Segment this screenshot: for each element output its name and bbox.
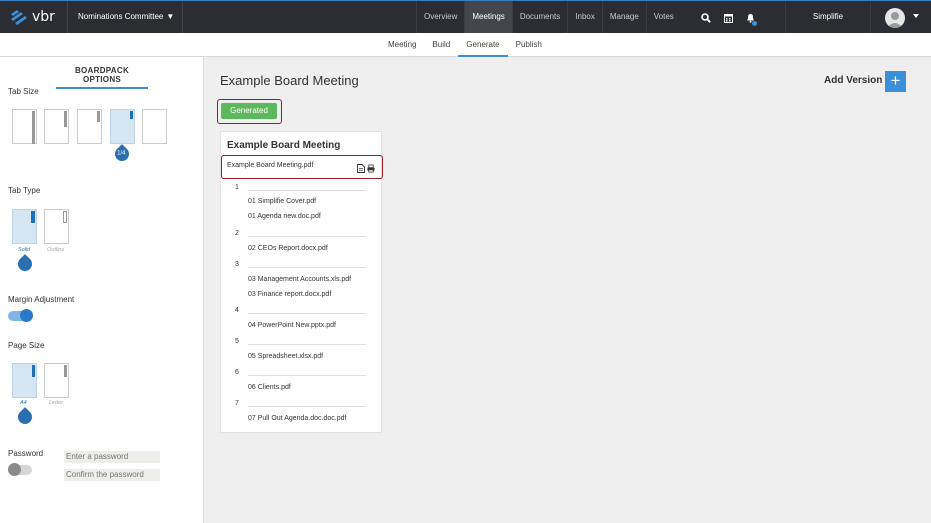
list-item[interactable]: 01 Agenda new.doc.pdf [248,213,321,220]
tab-publish[interactable]: Publish [508,33,550,57]
committee-selector[interactable]: Nominations Committee ▼ [67,1,184,34]
tab-type-solid[interactable] [12,209,37,244]
add-version-label[interactable]: Add Version [824,75,882,86]
search-icon[interactable] [695,1,717,34]
section-number: 5 [235,338,239,345]
boardpack-card: Example Board Meeting Example Board Meet… [220,131,383,433]
tab-type-label: Tab Type [8,186,41,195]
section-divider [248,406,366,407]
user-menu-caret-icon[interactable] [913,14,919,18]
file-name[interactable]: Example Board Meeting.pdf [227,162,313,169]
section-divider [248,267,366,268]
tab-size-selected-marker: 1/4 [112,144,132,164]
margin-adjustment-toggle[interactable] [8,309,33,322]
list-item[interactable]: 03 Management Accounts.xls.pdf [248,276,351,283]
tab-type-outline[interactable] [44,209,69,244]
nav-inbox[interactable]: Inbox [567,1,602,34]
document-icon[interactable] [357,164,365,173]
tab-size-none[interactable] [142,109,167,144]
section-number: 3 [235,261,239,268]
tab-generate[interactable]: Generate [458,33,508,57]
print-icon[interactable] [367,164,375,173]
section-number: 7 [235,400,239,407]
tab-size-selected-value: 1/4 [117,150,126,157]
password-label: Password [8,449,44,458]
page-size-selected-marker [15,407,35,427]
section-divider [248,313,366,314]
toolbar-icons [695,1,761,34]
page-title: Example Board Meeting [220,73,359,88]
generated-highlight: Generated [217,99,282,124]
page-size-a4[interactable] [12,363,37,398]
bell-icon[interactable] [739,1,761,34]
main-nav: Overview Meetings Documents Inbox Manage… [416,1,681,34]
page-size-a4-label: A4 [20,400,27,406]
sidebar-title: BOARDPACK OPTIONS [56,66,148,89]
boardpack-options-sidebar: BOARDPACK OPTIONS Tab Size 1/4 Tab Type … [0,57,204,523]
tab-size-full[interactable] [12,109,37,144]
tab-size-half[interactable] [44,109,69,144]
list-item[interactable]: 03 Finance report.docx.pdf [248,291,331,298]
sub-nav: Meeting Build Generate Publish [0,33,931,57]
page-size-letter-label: Letter [49,400,64,406]
nav-votes[interactable]: Votes [645,1,681,34]
top-bar: vbr Nominations Committee ▼ Overview Meet… [0,0,931,34]
committee-name: Nominations Committee [78,12,164,21]
card-title: Example Board Meeting [227,140,341,151]
confirm-password-input[interactable] [64,469,160,481]
list-item[interactable]: 02 CEOs Report.docx.pdf [248,245,328,252]
password-input[interactable] [64,451,160,463]
tab-meeting[interactable]: Meeting [380,33,424,57]
nav-overview[interactable]: Overview [416,1,464,34]
tab-type-outline-label: Outline [47,247,65,253]
list-item[interactable]: 04 PowerPoint New.pptx.pdf [248,322,336,329]
nav-documents[interactable]: Documents [511,1,567,34]
nav-meetings[interactable]: Meetings [464,1,512,34]
tab-type-selected-marker [15,254,35,274]
section-number: 4 [235,307,239,314]
avatar[interactable] [885,8,905,28]
app-logo-text[interactable]: vbr [32,9,55,25]
list-item[interactable]: 07 Pull Out Agenda.doc.doc.pdf [248,415,346,422]
password-toggle[interactable] [8,463,32,476]
section-number: 2 [235,230,239,237]
section-number: 6 [235,369,239,376]
tab-build[interactable]: Build [424,33,458,57]
generated-file-row[interactable]: Example Board Meeting.pdf [221,155,383,179]
vbr-logo-icon[interactable] [11,10,28,25]
page-size-label: Page Size [8,341,45,350]
list-item[interactable]: 06 Clients.pdf [248,384,291,391]
nav-manage[interactable]: Manage [601,1,646,34]
add-version-button[interactable]: + [885,71,906,92]
tab-size-label: Tab Size [8,87,39,96]
section-number: 1 [235,184,239,191]
section-divider [248,344,366,345]
section-divider [248,190,366,191]
notification-dot [752,21,757,26]
tab-size-quarter[interactable] [110,109,135,144]
margin-adjustment-label: Margin Adjustment [8,295,75,304]
generated-button[interactable]: Generated [221,103,277,119]
section-divider [248,236,366,237]
section-divider [248,375,366,376]
list-item[interactable]: 01 Simplifie Cover.pdf [248,198,316,205]
user-name[interactable]: Simplifie [785,1,871,34]
tab-size-third[interactable] [77,109,102,144]
list-item[interactable]: 05 Spreadsheet.xlsx.pdf [248,353,323,360]
calendar-icon[interactable] [717,1,739,34]
chevron-down-icon: ▼ [166,12,175,21]
page-size-letter[interactable] [44,363,69,398]
tab-type-solid-label: Solid [18,247,31,253]
